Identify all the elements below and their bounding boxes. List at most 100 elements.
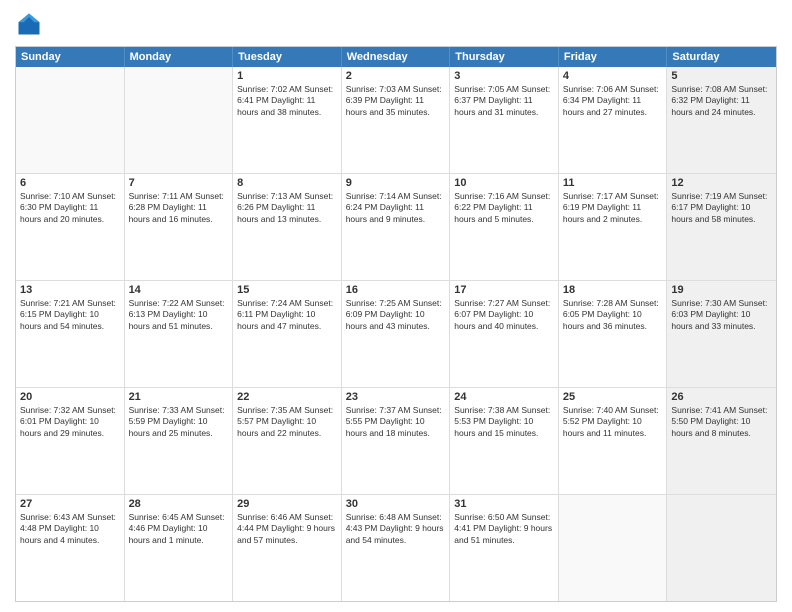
header-day-thursday: Thursday <box>450 47 559 67</box>
cell-info: Sunrise: 7:11 AM Sunset: 6:28 PM Dayligh… <box>129 191 229 225</box>
calendar-cell: 24 Sunrise: 7:38 AM Sunset: 5:53 PM Dayli… <box>450 388 559 494</box>
calendar-cell: 5 Sunrise: 7:08 AM Sunset: 6:32 PM Daylig… <box>667 67 776 173</box>
calendar-body: 1 Sunrise: 7:02 AM Sunset: 6:41 PM Daylig… <box>16 67 776 601</box>
day-number: 4 <box>563 70 663 82</box>
cell-info: Sunrise: 7:10 AM Sunset: 6:30 PM Dayligh… <box>20 191 120 225</box>
calendar-row-2: 13 Sunrise: 7:21 AM Sunset: 6:15 PM Dayli… <box>16 280 776 387</box>
day-number: 28 <box>129 498 229 510</box>
header-day-monday: Monday <box>125 47 234 67</box>
calendar-cell <box>16 67 125 173</box>
cell-info: Sunrise: 7:27 AM Sunset: 6:07 PM Dayligh… <box>454 298 554 332</box>
calendar-cell: 30 Sunrise: 6:48 AM Sunset: 4:43 PM Dayli… <box>342 495 451 601</box>
calendar-cell: 20 Sunrise: 7:32 AM Sunset: 6:01 PM Dayli… <box>16 388 125 494</box>
logo <box>15 10 47 38</box>
day-number: 26 <box>671 391 772 403</box>
day-number: 22 <box>237 391 337 403</box>
day-number: 21 <box>129 391 229 403</box>
logo-icon <box>15 10 43 38</box>
calendar-cell: 17 Sunrise: 7:27 AM Sunset: 6:07 PM Dayli… <box>450 281 559 387</box>
calendar-cell: 27Sunrise: 6:43 AM Sunset: 4:48 PM Dayli… <box>16 495 125 601</box>
calendar-cell <box>559 495 668 601</box>
day-number: 10 <box>454 177 554 189</box>
day-number: 15 <box>237 284 337 296</box>
cell-info: Sunrise: 7:16 AM Sunset: 6:22 PM Dayligh… <box>454 191 554 225</box>
day-number: 13 <box>20 284 120 296</box>
calendar-cell: 12 Sunrise: 7:19 AM Sunset: 6:17 PM Dayli… <box>667 174 776 280</box>
cell-info: Sunrise: 7:02 AM Sunset: 6:41 PM Dayligh… <box>237 84 337 118</box>
day-number: 17 <box>454 284 554 296</box>
header <box>15 10 777 38</box>
page: SundayMondayTuesdayWednesdayThursdayFrid… <box>0 0 792 612</box>
calendar-cell: 6 Sunrise: 7:10 AM Sunset: 6:30 PM Daylig… <box>16 174 125 280</box>
day-number: 16 <box>346 284 446 296</box>
cell-info: Sunrise: 7:32 AM Sunset: 6:01 PM Dayligh… <box>20 405 120 439</box>
calendar-cell: 31 Sunrise: 6:50 AM Sunset: 4:41 PM Dayli… <box>450 495 559 601</box>
cell-info: Sunrise: 7:25 AM Sunset: 6:09 PM Dayligh… <box>346 298 446 332</box>
calendar-cell: 25Sunrise: 7:40 AM Sunset: 5:52 PM Dayli… <box>559 388 668 494</box>
day-number: 24 <box>454 391 554 403</box>
day-number: 30 <box>346 498 446 510</box>
calendar: SundayMondayTuesdayWednesdayThursdayFrid… <box>15 46 777 602</box>
calendar-cell: 2 Sunrise: 7:03 AM Sunset: 6:39 PM Daylig… <box>342 67 451 173</box>
cell-info: Sunrise: 7:05 AM Sunset: 6:37 PM Dayligh… <box>454 84 554 118</box>
calendar-header: SundayMondayTuesdayWednesdayThursdayFrid… <box>16 47 776 67</box>
cell-info: Sunrise: 7:22 AM Sunset: 6:13 PM Dayligh… <box>129 298 229 332</box>
calendar-row-1: 6 Sunrise: 7:10 AM Sunset: 6:30 PM Daylig… <box>16 173 776 280</box>
cell-info: Sunrise: 7:17 AM Sunset: 6:19 PM Dayligh… <box>563 191 663 225</box>
cell-info: Sunrise: 7:33 AM Sunset: 5:59 PM Dayligh… <box>129 405 229 439</box>
header-day-wednesday: Wednesday <box>342 47 451 67</box>
day-number: 1 <box>237 70 337 82</box>
header-day-saturday: Saturday <box>667 47 776 67</box>
calendar-cell: 7 Sunrise: 7:11 AM Sunset: 6:28 PM Daylig… <box>125 174 234 280</box>
calendar-cell: 10 Sunrise: 7:16 AM Sunset: 6:22 PM Dayli… <box>450 174 559 280</box>
header-day-tuesday: Tuesday <box>233 47 342 67</box>
cell-info: Sunrise: 7:24 AM Sunset: 6:11 PM Dayligh… <box>237 298 337 332</box>
calendar-cell: 16 Sunrise: 7:25 AM Sunset: 6:09 PM Dayli… <box>342 281 451 387</box>
day-number: 29 <box>237 498 337 510</box>
day-number: 23 <box>346 391 446 403</box>
day-number: 31 <box>454 498 554 510</box>
header-day-friday: Friday <box>559 47 668 67</box>
calendar-cell: 21 Sunrise: 7:33 AM Sunset: 5:59 PM Dayli… <box>125 388 234 494</box>
cell-info: Sunrise: 7:08 AM Sunset: 6:32 PM Dayligh… <box>671 84 772 118</box>
calendar-cell: 11 Sunrise: 7:17 AM Sunset: 6:19 PM Dayli… <box>559 174 668 280</box>
cell-info: Sunrise: 7:03 AM Sunset: 6:39 PM Dayligh… <box>346 84 446 118</box>
day-number: 7 <box>129 177 229 189</box>
calendar-cell: 28 Sunrise: 6:45 AM Sunset: 4:46 PM Dayli… <box>125 495 234 601</box>
calendar-cell: 15 Sunrise: 7:24 AM Sunset: 6:11 PM Dayli… <box>233 281 342 387</box>
cell-info: Sunrise: 6:45 AM Sunset: 4:46 PM Dayligh… <box>129 512 229 546</box>
day-number: 25 <box>563 391 663 403</box>
calendar-cell: 18Sunrise: 7:28 AM Sunset: 6:05 PM Dayli… <box>559 281 668 387</box>
day-number: 5 <box>671 70 772 82</box>
cell-info: Sunrise: 7:30 AM Sunset: 6:03 PM Dayligh… <box>671 298 772 332</box>
calendar-cell: 14 Sunrise: 7:22 AM Sunset: 6:13 PM Dayli… <box>125 281 234 387</box>
cell-info: Sunrise: 7:41 AM Sunset: 5:50 PM Dayligh… <box>671 405 772 439</box>
day-number: 6 <box>20 177 120 189</box>
cell-info: Sunrise: 7:13 AM Sunset: 6:26 PM Dayligh… <box>237 191 337 225</box>
cell-info: Sunrise: 6:48 AM Sunset: 4:43 PM Dayligh… <box>346 512 446 546</box>
cell-info: Sunrise: 7:19 AM Sunset: 6:17 PM Dayligh… <box>671 191 772 225</box>
day-number: 2 <box>346 70 446 82</box>
calendar-cell: 4Sunrise: 7:06 AM Sunset: 6:34 PM Daylig… <box>559 67 668 173</box>
day-number: 12 <box>671 177 772 189</box>
day-number: 20 <box>20 391 120 403</box>
calendar-cell: 1 Sunrise: 7:02 AM Sunset: 6:41 PM Daylig… <box>233 67 342 173</box>
cell-info: Sunrise: 6:50 AM Sunset: 4:41 PM Dayligh… <box>454 512 554 546</box>
calendar-cell: 9Sunrise: 7:14 AM Sunset: 6:24 PM Daylig… <box>342 174 451 280</box>
day-number: 11 <box>563 177 663 189</box>
header-day-sunday: Sunday <box>16 47 125 67</box>
day-number: 9 <box>346 177 446 189</box>
day-number: 27 <box>20 498 120 510</box>
calendar-row-0: 1 Sunrise: 7:02 AM Sunset: 6:41 PM Daylig… <box>16 67 776 173</box>
cell-info: Sunrise: 7:38 AM Sunset: 5:53 PM Dayligh… <box>454 405 554 439</box>
calendar-row-4: 27Sunrise: 6:43 AM Sunset: 4:48 PM Dayli… <box>16 494 776 601</box>
cell-info: Sunrise: 6:46 AM Sunset: 4:44 PM Dayligh… <box>237 512 337 546</box>
calendar-cell: 19Sunrise: 7:30 AM Sunset: 6:03 PM Dayli… <box>667 281 776 387</box>
calendar-row-3: 20 Sunrise: 7:32 AM Sunset: 6:01 PM Dayli… <box>16 387 776 494</box>
cell-info: Sunrise: 7:37 AM Sunset: 5:55 PM Dayligh… <box>346 405 446 439</box>
cell-info: Sunrise: 7:21 AM Sunset: 6:15 PM Dayligh… <box>20 298 120 332</box>
cell-info: Sunrise: 7:35 AM Sunset: 5:57 PM Dayligh… <box>237 405 337 439</box>
day-number: 14 <box>129 284 229 296</box>
calendar-cell <box>667 495 776 601</box>
cell-info: Sunrise: 7:28 AM Sunset: 6:05 PM Dayligh… <box>563 298 663 332</box>
